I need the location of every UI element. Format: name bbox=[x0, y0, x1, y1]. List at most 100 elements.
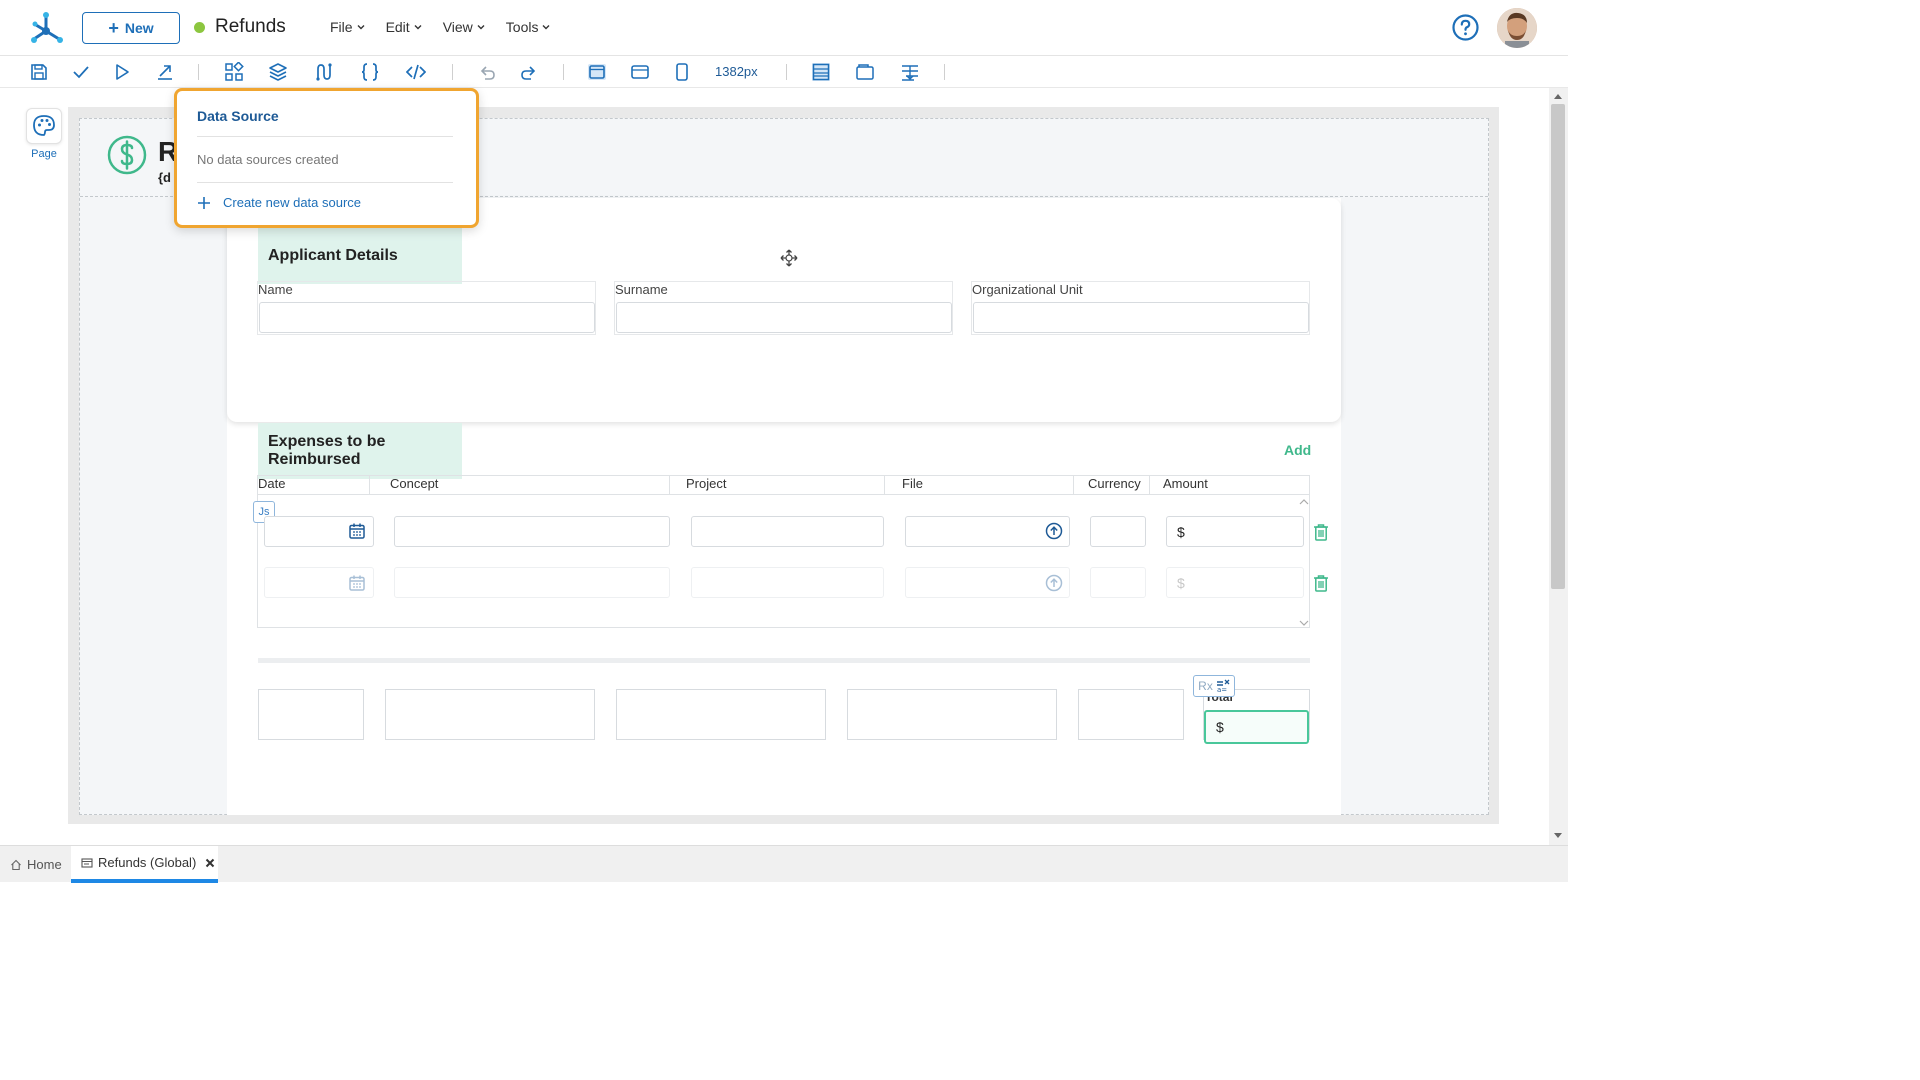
trash-icon[interactable] bbox=[1313, 523, 1329, 541]
create-data-source-link[interactable]: Create new data source bbox=[197, 195, 361, 210]
org-unit-input[interactable] bbox=[973, 302, 1309, 333]
name-input[interactable] bbox=[259, 302, 595, 333]
svg-text:a=: a= bbox=[1217, 686, 1227, 693]
col-file[interactable]: File bbox=[902, 476, 923, 491]
calendar-icon[interactable] bbox=[348, 574, 366, 592]
currency-input[interactable] bbox=[1090, 516, 1146, 547]
left-rail bbox=[0, 88, 68, 845]
form-icon bbox=[81, 857, 93, 868]
tab-refunds-global[interactable]: Refunds (Global) bbox=[71, 846, 218, 883]
panels-icon[interactable] bbox=[855, 62, 875, 82]
column-separator bbox=[884, 476, 885, 494]
total-cell-empty[interactable] bbox=[616, 689, 826, 740]
menu-edit[interactable]: Edit bbox=[386, 19, 423, 35]
publish-icon[interactable] bbox=[155, 62, 175, 82]
upload-icon[interactable] bbox=[1045, 522, 1063, 540]
braces-icon[interactable] bbox=[360, 62, 380, 82]
play-icon[interactable] bbox=[112, 62, 132, 82]
chevron-down-icon bbox=[357, 25, 365, 30]
mobile-view-icon[interactable] bbox=[672, 62, 692, 82]
popup-divider bbox=[197, 182, 453, 183]
scroll-up-arrow-icon[interactable] bbox=[1553, 92, 1563, 100]
app-logo-icon[interactable] bbox=[28, 10, 64, 46]
redo-icon[interactable] bbox=[519, 62, 539, 82]
save-icon[interactable] bbox=[29, 62, 49, 82]
menu-tools-label: Tools bbox=[505, 19, 539, 35]
project-input[interactable] bbox=[691, 516, 884, 547]
column-separator bbox=[1073, 476, 1074, 494]
concept-input[interactable] bbox=[394, 567, 670, 598]
app-title: Refunds bbox=[215, 16, 286, 37]
desktop-view-icon[interactable] bbox=[587, 62, 607, 82]
create-data-source-label: Create new data source bbox=[223, 195, 362, 210]
popup-empty-message: No data sources created bbox=[197, 152, 339, 167]
surname-input[interactable] bbox=[616, 302, 952, 333]
menu-view[interactable]: View bbox=[443, 19, 486, 35]
chevron-down-icon bbox=[414, 25, 422, 30]
amount-input[interactable]: $ bbox=[1166, 516, 1304, 547]
tab-home[interactable]: Home bbox=[10, 846, 62, 883]
new-button[interactable]: + New bbox=[82, 12, 180, 44]
add-expense-link[interactable]: Add bbox=[1284, 442, 1311, 458]
chevron-up-icon[interactable] bbox=[1298, 498, 1310, 506]
variables-icon[interactable] bbox=[313, 62, 333, 82]
calendar-icon[interactable] bbox=[348, 522, 366, 540]
amount-input[interactable]: $ bbox=[1166, 567, 1304, 598]
layout-icon[interactable] bbox=[811, 62, 831, 82]
col-project[interactable]: Project bbox=[686, 476, 726, 491]
trash-icon[interactable] bbox=[1313, 574, 1329, 592]
tab-home-label: Home bbox=[27, 857, 62, 872]
menu-tools[interactable]: Tools bbox=[506, 19, 552, 35]
col-amount[interactable]: Amount bbox=[1163, 476, 1208, 491]
rx-badge-label: Rx bbox=[1198, 679, 1213, 693]
user-photo-icon bbox=[1497, 8, 1537, 48]
scroll-down-arrow-icon[interactable] bbox=[1553, 832, 1563, 840]
currency-symbol: $ bbox=[1177, 574, 1185, 591]
scrollbar-thumb[interactable] bbox=[1551, 104, 1565, 589]
canvas-width-readout[interactable]: 1382px bbox=[715, 64, 758, 79]
currency-symbol: $ bbox=[1177, 523, 1185, 540]
data-source-icon[interactable] bbox=[268, 62, 288, 82]
total-cell-empty[interactable] bbox=[847, 689, 1057, 740]
palette-icon bbox=[33, 115, 55, 136]
expenses-grid bbox=[257, 475, 1310, 628]
controls-icon[interactable] bbox=[224, 62, 244, 82]
totals-divider bbox=[258, 658, 1310, 663]
data-source-popup: Data Source No data sources created Crea… bbox=[174, 88, 479, 228]
col-concept[interactable]: Concept bbox=[390, 476, 438, 491]
total-cell-empty[interactable] bbox=[385, 689, 595, 740]
plus-icon: + bbox=[108, 18, 119, 38]
plus-icon bbox=[198, 196, 210, 209]
surname-label: Surname bbox=[615, 282, 668, 297]
chevron-down-icon[interactable] bbox=[1298, 619, 1310, 627]
page-properties-button[interactable] bbox=[26, 108, 62, 144]
page-subtitle: {d bbox=[158, 170, 171, 185]
code-icon[interactable] bbox=[406, 62, 426, 82]
rx-rule-badge[interactable]: Rx a= bbox=[1193, 675, 1235, 697]
top-bar: + New Refunds File Edit View Tools bbox=[0, 0, 1568, 56]
col-date[interactable]: Date bbox=[258, 476, 285, 491]
chevron-down-icon bbox=[477, 25, 485, 30]
toolbar-separator bbox=[452, 64, 453, 80]
tablet-view-icon[interactable] bbox=[630, 62, 650, 82]
align-icon[interactable] bbox=[900, 62, 920, 82]
menu-file[interactable]: File bbox=[330, 19, 366, 35]
total-cell-empty[interactable] bbox=[1078, 689, 1184, 740]
column-separator bbox=[369, 476, 370, 494]
close-icon[interactable] bbox=[205, 858, 215, 868]
undo-icon[interactable] bbox=[477, 62, 497, 82]
menu-edit-label: Edit bbox=[385, 19, 410, 35]
check-icon[interactable] bbox=[71, 62, 91, 82]
concept-input[interactable] bbox=[394, 516, 670, 547]
move-icon[interactable] bbox=[780, 249, 798, 267]
expenses-section-title: Expenses to be Reimbursed bbox=[258, 423, 462, 479]
toolbar-separator bbox=[944, 64, 945, 80]
project-input[interactable] bbox=[691, 567, 884, 598]
user-avatar[interactable] bbox=[1497, 8, 1537, 48]
currency-input[interactable] bbox=[1090, 567, 1146, 598]
help-icon[interactable] bbox=[1452, 14, 1479, 41]
total-amount-field[interactable]: $ bbox=[1204, 710, 1309, 744]
total-cell-empty[interactable] bbox=[258, 689, 364, 740]
upload-icon[interactable] bbox=[1045, 574, 1063, 592]
col-currency[interactable]: Currency bbox=[1088, 476, 1141, 491]
